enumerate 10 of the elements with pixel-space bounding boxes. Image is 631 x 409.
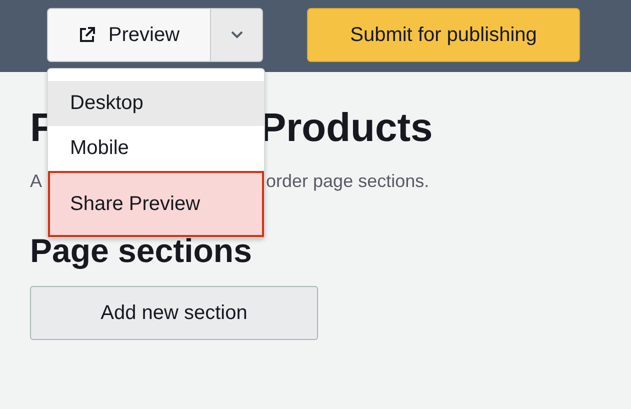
dropdown-button[interactable] [211,8,263,62]
description-text: order page sections. [266,171,430,192]
menu-item[interactable]: Desktop [48,81,264,126]
external-link-icon [78,26,96,44]
caret-icon [230,31,242,39]
menu-item[interactable]: Share Preview [48,171,264,237]
submit-button[interactable]: Submit for publishing [307,8,580,62]
description-text: A [30,171,42,192]
add-section-button[interactable]: Add new section [30,286,318,340]
preview-button[interactable]: Preview [47,8,211,62]
